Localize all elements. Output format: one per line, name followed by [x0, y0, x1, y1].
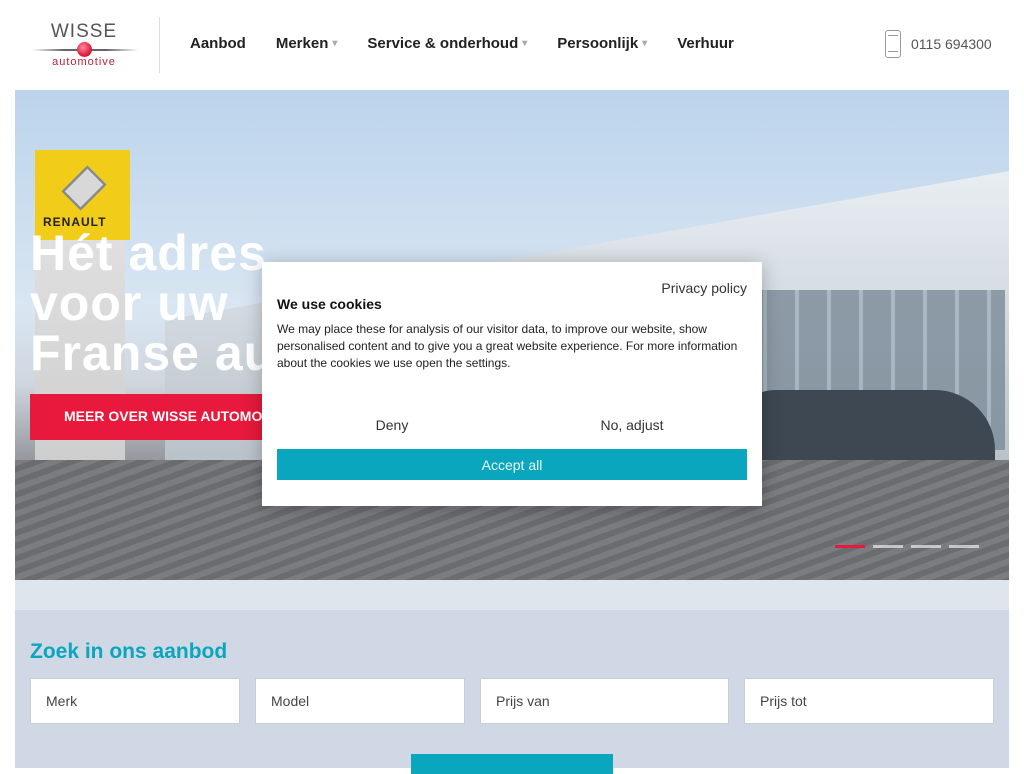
cookie-description: We may place these for analysis of our v… [277, 322, 738, 370]
adjust-button[interactable]: No, adjust [517, 410, 747, 440]
accept-all-button[interactable]: Accept all [277, 449, 747, 480]
deny-button[interactable]: Deny [277, 410, 507, 440]
cookie-overlay: Privacy policy We use cookies We may pla… [0, 0, 1024, 768]
privacy-policy-link[interactable]: Privacy policy [661, 280, 747, 296]
cookie-dialog: Privacy policy We use cookies We may pla… [262, 262, 762, 506]
cookie-title: We use cookies [277, 296, 382, 312]
